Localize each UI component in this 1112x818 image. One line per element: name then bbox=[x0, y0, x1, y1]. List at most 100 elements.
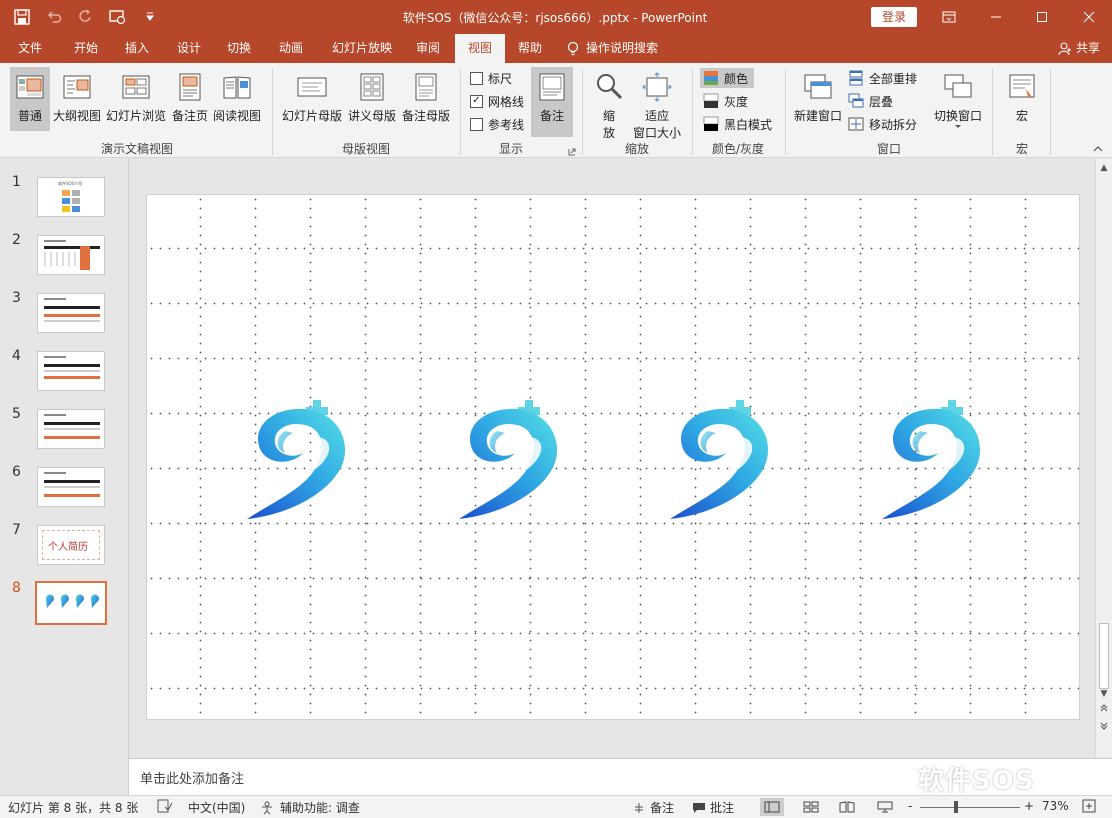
arrange-all-button[interactable]: 全部重排 bbox=[848, 68, 917, 88]
black-white-button[interactable]: 黑白模式 bbox=[703, 114, 772, 134]
tab-slideshow[interactable]: 幻灯片放映 bbox=[320, 34, 404, 63]
scroll-down-icon[interactable]: ▼ bbox=[1097, 687, 1111, 701]
slide-master-button[interactable]: 幻灯片母版 bbox=[280, 67, 344, 124]
language-indicator[interactable]: 中文(中国) bbox=[188, 799, 245, 816]
switch-windows-button[interactable]: 切换窗口 bbox=[930, 67, 986, 130]
normal-view-status-button[interactable] bbox=[760, 798, 784, 816]
cascade-label: 层叠 bbox=[869, 94, 894, 109]
vertical-scrollbar[interactable]: ▲ ▼ bbox=[1095, 159, 1112, 757]
fit-slide-icon[interactable] bbox=[1082, 799, 1096, 813]
show-dialog-launcher-icon[interactable] bbox=[568, 145, 576, 156]
reading-view-button[interactable]: 阅读视图 bbox=[212, 67, 262, 124]
slide-thumbnail[interactable] bbox=[37, 409, 105, 449]
tab-design[interactable]: 设计 bbox=[166, 34, 212, 63]
zoom-button[interactable]: 缩 放 bbox=[590, 67, 628, 141]
macros-button[interactable]: 宏 bbox=[1002, 67, 1042, 124]
watermark: 软件SOS bbox=[918, 766, 1035, 796]
fit-to-window-button[interactable]: 适应 窗口大小 bbox=[630, 67, 684, 141]
slide-thumbnail[interactable]: 软件SOS介绍 bbox=[37, 177, 105, 217]
logo-image[interactable] bbox=[668, 397, 774, 523]
slide-thumbnails-pane: 1 软件SOS介绍 2 3 4 5 6 7 个人简历 8 bbox=[0, 159, 129, 795]
tab-animations[interactable]: 动画 bbox=[268, 34, 314, 63]
spelling-icon[interactable] bbox=[157, 799, 173, 813]
ruler-checkbox[interactable]: 标尺 bbox=[470, 68, 512, 88]
comments-status-button[interactable]: 批注 bbox=[692, 799, 734, 816]
grayscale-button[interactable]: 灰度 bbox=[703, 91, 748, 111]
notes-page-button[interactable]: 备注页 bbox=[170, 67, 210, 124]
logo-image[interactable] bbox=[245, 397, 351, 523]
zoom-out-button[interactable]: - bbox=[908, 799, 912, 813]
login-button[interactable]: 登录 bbox=[871, 7, 917, 27]
macros-icon bbox=[1009, 74, 1035, 98]
zoom-slider-knob[interactable] bbox=[954, 801, 958, 813]
notes-label: 备注 bbox=[539, 109, 564, 123]
outline-view-button[interactable]: 大纲视图 bbox=[52, 67, 102, 124]
gridlines-checkbox[interactable]: ✓ 网格线 bbox=[470, 91, 524, 111]
accessibility-icon bbox=[262, 801, 272, 814]
slideshow-status-button[interactable] bbox=[873, 798, 897, 816]
previous-slide-icon[interactable] bbox=[1097, 703, 1111, 717]
slide-number: 7 bbox=[12, 522, 21, 538]
notes-toggle-button[interactable]: 备注 bbox=[531, 67, 573, 137]
color-button[interactable]: 颜色 bbox=[700, 68, 755, 88]
zoom-group-label: 缩放 bbox=[624, 142, 649, 156]
slide-thumbnail[interactable]: 个人简历 bbox=[37, 525, 105, 565]
tab-view[interactable]: 视图 bbox=[455, 34, 505, 63]
grayscale-label: 灰度 bbox=[724, 94, 749, 109]
move-split-button[interactable]: 移动拆分 bbox=[848, 114, 917, 134]
logo-image[interactable] bbox=[880, 397, 986, 523]
maximize-icon[interactable] bbox=[1019, 0, 1065, 34]
tab-insert[interactable]: 插入 bbox=[114, 34, 160, 63]
logo-image[interactable] bbox=[457, 397, 563, 523]
tell-me-search[interactable]: 操作说明搜索 bbox=[566, 34, 676, 63]
separator bbox=[582, 69, 583, 155]
lightbulb-icon bbox=[567, 41, 579, 55]
notes-placeholder[interactable]: 单击此处添加备注 bbox=[140, 768, 244, 787]
new-window-button[interactable]: 新建窗口 bbox=[792, 67, 844, 124]
tab-review[interactable]: 审阅 bbox=[406, 34, 450, 63]
slide-thumbnail-active[interactable] bbox=[35, 581, 107, 625]
save-icon[interactable] bbox=[10, 5, 34, 29]
guides-check-box[interactable] bbox=[470, 117, 483, 131]
ribbon-display-options-icon[interactable] bbox=[926, 0, 972, 34]
reading-view-status-button[interactable] bbox=[835, 798, 859, 816]
cascade-button[interactable]: 层叠 bbox=[848, 91, 893, 111]
start-from-beginning-icon[interactable] bbox=[106, 5, 130, 29]
redo-icon[interactable] bbox=[74, 5, 98, 29]
handout-master-button[interactable]: 讲义母版 bbox=[346, 67, 398, 124]
slide-sorter-status-button[interactable] bbox=[799, 798, 823, 816]
close-icon[interactable] bbox=[1066, 0, 1112, 34]
tab-help[interactable]: 帮助 bbox=[507, 34, 553, 63]
tab-file[interactable]: 文件 bbox=[8, 34, 52, 63]
tab-transitions[interactable]: 切换 bbox=[216, 34, 262, 63]
next-slide-icon[interactable] bbox=[1097, 721, 1111, 735]
black-white-swatch-icon bbox=[703, 116, 719, 131]
normal-view-button[interactable]: 普通 bbox=[10, 67, 50, 131]
scrollbar-thumb[interactable] bbox=[1099, 623, 1109, 689]
tab-home[interactable]: 开始 bbox=[62, 34, 110, 63]
notes-page-icon bbox=[179, 73, 201, 101]
ruler-check-box[interactable] bbox=[470, 71, 483, 85]
undo-icon[interactable] bbox=[42, 5, 66, 29]
zoom-slider[interactable] bbox=[920, 807, 1020, 808]
notes-status-button[interactable]: 备注 bbox=[632, 799, 674, 816]
scroll-up-icon[interactable]: ▲ bbox=[1097, 161, 1111, 175]
slide-sorter-button[interactable]: 幻灯片浏览 bbox=[106, 67, 166, 124]
customize-qat-icon[interactable] bbox=[138, 5, 162, 29]
minimize-icon[interactable] bbox=[973, 0, 1019, 34]
thumbnail-caption: 个人简历 bbox=[48, 542, 88, 553]
fit-label-line1: 适应 bbox=[644, 109, 669, 123]
slide-thumbnail[interactable] bbox=[37, 467, 105, 507]
accessibility-status[interactable]: 辅助功能: 调查 bbox=[260, 799, 360, 816]
guides-checkbox[interactable]: 参考线 bbox=[470, 114, 524, 134]
slide-canvas[interactable] bbox=[146, 194, 1080, 720]
zoom-level[interactable]: 73% bbox=[1042, 799, 1069, 813]
slide-thumbnail[interactable] bbox=[37, 351, 105, 391]
notes-master-button[interactable]: 备注母版 bbox=[400, 67, 452, 124]
slide-thumbnail[interactable] bbox=[37, 235, 105, 275]
zoom-in-button[interactable]: + bbox=[1024, 799, 1034, 813]
slide-thumbnail[interactable] bbox=[37, 293, 105, 333]
gridlines-check-box[interactable]: ✓ bbox=[470, 94, 483, 108]
share-button[interactable]: 共享 bbox=[1058, 34, 1100, 63]
collapse-ribbon-icon[interactable] bbox=[1092, 143, 1104, 153]
